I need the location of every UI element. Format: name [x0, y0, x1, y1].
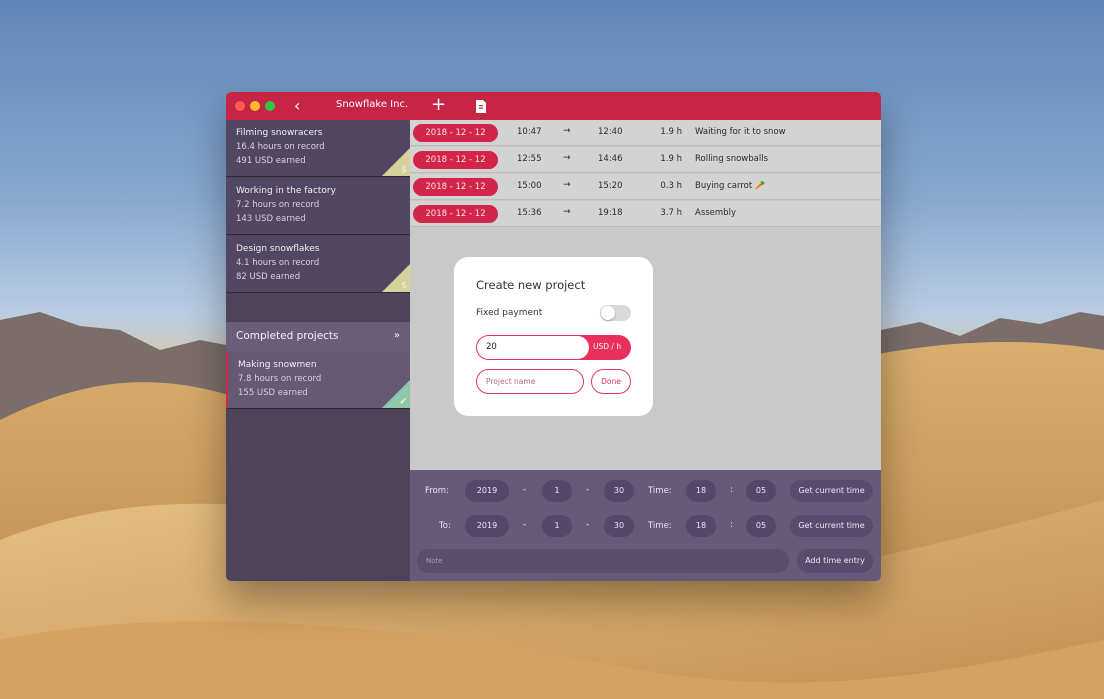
zoom-window-button[interactable] [265, 101, 275, 111]
project-item[interactable]: Filming snowracers 16.4 hours on record … [226, 120, 410, 177]
dollar-icon: $ [382, 148, 410, 176]
project-earned: 82 USD earned [236, 272, 301, 282]
double-chevron-down-icon[interactable]: » [394, 330, 400, 341]
entry-duration: 3.7 h [660, 208, 682, 218]
arrow-right-icon: → [563, 153, 571, 163]
from-day-input[interactable]: 30 [604, 480, 634, 502]
project-name: Working in the factory [236, 186, 336, 196]
done-button[interactable]: Done [591, 369, 631, 394]
to-time-label: Time: [648, 521, 672, 531]
file-icon[interactable] [476, 98, 486, 113]
to-minute-input[interactable]: 05 [746, 515, 776, 537]
project-hours: 7.8 hours on record [238, 374, 322, 384]
entry-date-badge[interactable]: 2018 - 12 - 12 [413, 151, 498, 169]
date-separator: - [586, 485, 590, 495]
entry-description: Waiting for it to snow [695, 127, 786, 137]
date-separator: - [523, 520, 527, 530]
project-hours: 16.4 hours on record [236, 142, 325, 152]
entry-duration: 1.9 h [660, 154, 682, 164]
project-name: Filming snowracers [236, 128, 323, 138]
entry-duration: 1.9 h [660, 127, 682, 137]
entry-description: Rolling snowballs [695, 154, 769, 164]
entry-start-time: 15:00 [517, 181, 542, 191]
fixed-payment-toggle[interactable] [600, 305, 631, 321]
app-window: ‹ Snowflake Inc. + Filming snowracers 16… [226, 92, 881, 581]
get-current-time-to-button[interactable]: Get current time [790, 515, 873, 537]
completed-projects-title: Completed projects [236, 330, 339, 342]
entry-end-time: 12:40 [598, 127, 623, 137]
chevron-left-icon[interactable]: ‹ [294, 96, 306, 116]
project-item[interactable]: Working in the factory 7.2 hours on reco… [226, 178, 410, 235]
entry-description: Assembly [695, 208, 736, 218]
toggle-knob [601, 306, 615, 320]
from-hour-input[interactable]: 18 [686, 480, 716, 502]
to-month-input[interactable]: 1 [542, 515, 572, 537]
rate-unit-label: USD / h [593, 342, 622, 351]
project-item-completed[interactable]: Making snowmen 7.8 hours on record 155 U… [226, 352, 410, 409]
rate-input[interactable]: 20 [477, 336, 589, 359]
to-year-input[interactable]: 2019 [465, 515, 509, 537]
title-bar: ‹ Snowflake Inc. + [226, 92, 881, 120]
entry-date-badge[interactable]: 2018 - 12 - 12 [413, 205, 498, 223]
to-day-input[interactable]: 30 [604, 515, 634, 537]
entry-start-time: 10:47 [517, 127, 542, 137]
entry-end-time: 15:20 [598, 181, 623, 191]
from-year-input[interactable]: 2019 [465, 480, 509, 502]
project-earned: 155 USD earned [238, 388, 308, 398]
add-time-entry-button[interactable]: Add time entry [797, 549, 873, 573]
arrow-right-icon: → [563, 207, 571, 217]
entry-end-time: 14:46 [598, 154, 623, 164]
entry-date-badge[interactable]: 2018 - 12 - 12 [413, 178, 498, 196]
project-name: Making snowmen [238, 360, 317, 370]
table-row[interactable]: 2018 - 12 - 12 15:00 → 15:20 0.3 h Buyin… [410, 174, 881, 200]
from-label: From: [425, 486, 449, 496]
entry-start-time: 15:36 [517, 208, 542, 218]
entry-date-badge[interactable]: 2018 - 12 - 12 [413, 124, 498, 142]
dollar-icon: $ [382, 264, 410, 292]
date-separator: - [523, 485, 527, 495]
entry-description: Buying carrot 🥕 [695, 181, 766, 191]
entry-end-time: 19:18 [598, 208, 623, 218]
plus-icon[interactable]: + [431, 95, 446, 115]
to-hour-input[interactable]: 18 [686, 515, 716, 537]
dialog-title: Create new project [476, 278, 586, 292]
create-project-dialog: Create new project Fixed payment 20 USD … [454, 257, 653, 416]
project-earned: 491 USD earned [236, 156, 306, 166]
table-row[interactable]: 2018 - 12 - 12 15:36 → 19:18 3.7 h Assem… [410, 201, 881, 227]
to-label: To: [439, 521, 451, 531]
arrow-right-icon: → [563, 126, 571, 136]
sidebar: Filming snowracers 16.4 hours on record … [226, 120, 410, 581]
note-input[interactable]: Note [417, 549, 789, 573]
rate-field: 20 USD / h [476, 335, 631, 360]
project-earned: 143 USD earned [236, 214, 306, 224]
checkmark-icon: ✔ [382, 380, 410, 408]
arrow-right-icon: → [563, 180, 571, 190]
date-separator: - [586, 520, 590, 530]
fixed-payment-label: Fixed payment [476, 308, 543, 318]
table-row[interactable]: 2018 - 12 - 12 12:55 → 14:46 1.9 h Rolli… [410, 147, 881, 173]
completed-projects-header[interactable]: Completed projects » [226, 322, 410, 352]
project-item[interactable]: Design snowflakes 4.1 hours on record 82… [226, 236, 410, 293]
time-separator: : [730, 485, 734, 495]
project-hours: 4.1 hours on record [236, 258, 320, 268]
from-month-input[interactable]: 1 [542, 480, 572, 502]
table-row[interactable]: 2018 - 12 - 12 10:47 → 12:40 1.9 h Waiti… [410, 120, 881, 146]
project-name: Design snowflakes [236, 244, 320, 254]
close-window-button[interactable] [235, 101, 245, 111]
from-time-label: Time: [648, 486, 672, 496]
get-current-time-from-button[interactable]: Get current time [790, 480, 873, 502]
entry-start-time: 12:55 [517, 154, 542, 164]
window-title: Snowflake Inc. [336, 99, 409, 110]
time-separator: : [730, 520, 734, 530]
time-entry-panel: From: 2019 - 1 - 30 Time: 18 : 05 Get cu… [410, 470, 881, 581]
project-hours: 7.2 hours on record [236, 200, 320, 210]
entry-duration: 0.3 h [660, 181, 682, 191]
from-minute-input[interactable]: 05 [746, 480, 776, 502]
minimize-window-button[interactable] [250, 101, 260, 111]
project-name-input[interactable]: Project name [476, 369, 584, 394]
